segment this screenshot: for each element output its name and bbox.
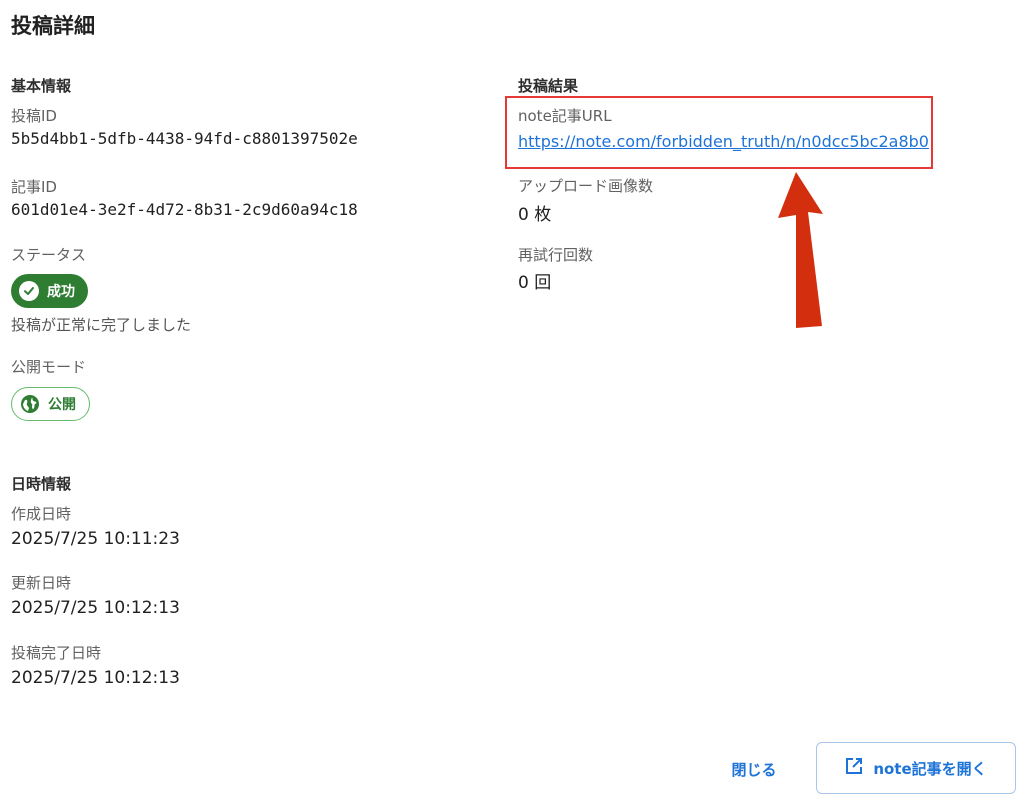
completed-at-label: 投稿完了日時 [11,644,102,662]
status-badge: 成功 [11,274,88,308]
created-at-value: 2025/7/25 10:11:23 [11,529,180,549]
status-label: ステータス [11,246,87,264]
open-note-article-label: note記事を開く [873,759,987,778]
open-note-article-button[interactable]: note記事を開く [816,742,1016,794]
retry-count-value: 0 回 [518,273,552,293]
uploaded-images-label: アップロード画像数 [518,177,654,195]
created-at-label: 作成日時 [11,505,72,523]
completed-at-value: 2025/7/25 10:12:13 [11,668,180,688]
url-highlight-box [505,96,933,169]
post-detail-dialog: 投稿詳細 基本情報 投稿ID 5b5d4bb1-5dfb-4438-94fd-c… [0,0,1024,800]
globe-icon [20,394,40,414]
article-id-label: 記事ID [11,178,57,196]
basic-info-heading: 基本情報 [11,77,72,95]
datetime-info-heading: 日時情報 [11,475,72,493]
post-id-label: 投稿ID [11,107,57,125]
close-button[interactable]: 閉じる [722,752,786,786]
article-id-value: 601d01e4-3e2f-4d72-8b31-2c9d60a94c18 [11,200,358,219]
updated-at-value: 2025/7/25 10:12:13 [11,598,180,618]
updated-at-label: 更新日時 [11,574,72,592]
post-result-heading: 投稿結果 [518,77,579,95]
status-message: 投稿が正常に完了しました [11,316,192,334]
open-in-new-icon [845,757,863,779]
check-circle-icon [19,281,39,301]
status-badge-label: 成功 [47,284,75,300]
uploaded-images-value: 0 枚 [518,205,552,225]
visibility-badge: 公開 [11,387,90,421]
post-id-value: 5b5d4bb1-5dfb-4438-94fd-c8801397502e [11,129,358,148]
retry-count-label: 再試行回数 [518,246,594,264]
dialog-title: 投稿詳細 [11,14,95,38]
annotation-arrow-icon [778,172,823,328]
visibility-badge-label: 公開 [48,397,76,413]
visibility-label: 公開モード [11,358,87,376]
